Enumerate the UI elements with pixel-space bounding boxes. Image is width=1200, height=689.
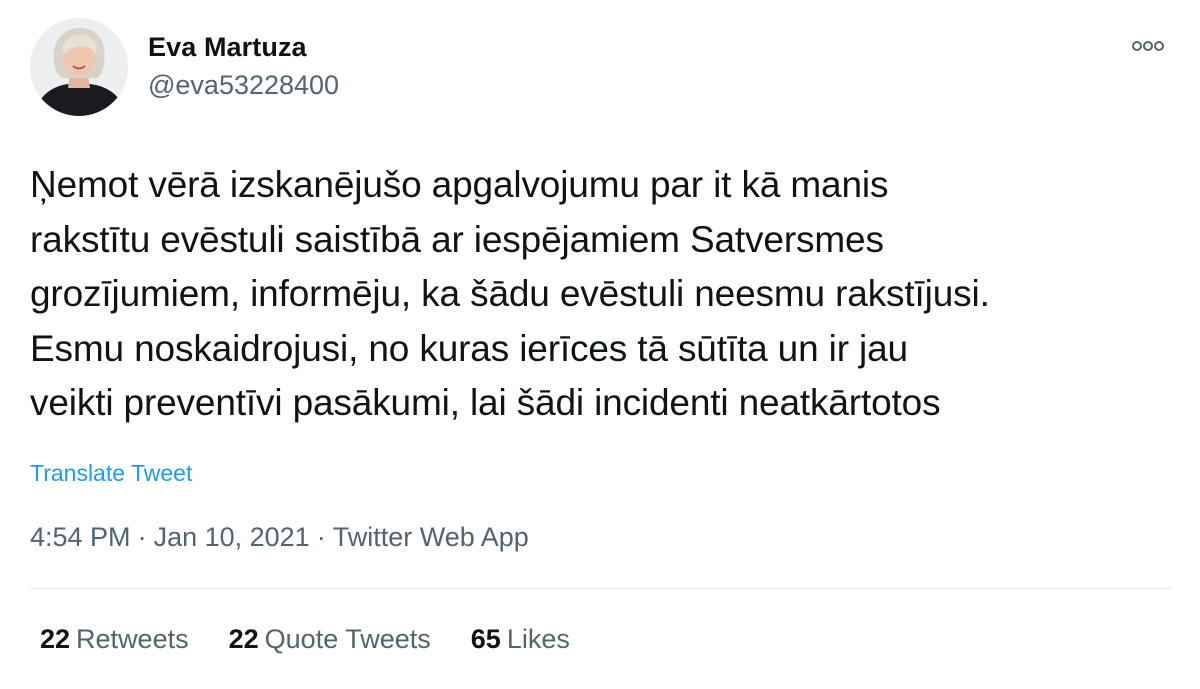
quote-tweets-stat[interactable]: 22 Quote Tweets bbox=[229, 624, 431, 655]
ellipsis-icon bbox=[1132, 41, 1164, 51]
tweet-source-link[interactable]: Twitter Web App bbox=[333, 522, 529, 552]
translate-tweet-link[interactable]: Translate Tweet bbox=[30, 460, 192, 487]
likes-stat[interactable]: 65 Likes bbox=[471, 624, 570, 655]
tweet-text-line: Esmu noskaidrojusi, no kuras ierīces tā … bbox=[30, 327, 908, 369]
likes-count: 65 bbox=[470, 624, 501, 654]
tweet-text-line: Ņemot vērā izskanējušo apgalvojumu par i… bbox=[30, 164, 889, 205]
tweet-time[interactable]: 4:54 PM bbox=[30, 522, 131, 552]
retweets-stat[interactable]: 22 Retweets bbox=[40, 624, 189, 655]
tweet-date[interactable]: Jan 10, 2021 bbox=[154, 522, 310, 552]
quote-tweets-label: Quote Tweets bbox=[264, 624, 431, 654]
engagement-stats: 22 Retweets 22 Quote Tweets 65 Likes bbox=[40, 624, 570, 655]
tweet-card: Eva Martuza @eva53228400 Ņemot vērā izsk… bbox=[0, 0, 1200, 689]
likes-label: Likes bbox=[506, 624, 570, 654]
tweet-metadata: 4:54 PM · Jan 10, 2021 · Twitter Web App bbox=[30, 522, 529, 553]
tweet-text-line: rakstītu evēstuli saistībā ar iespējamie… bbox=[30, 218, 884, 260]
meta-separator: · bbox=[137, 522, 147, 552]
tweet-text-line: veikti preventīvi pasākumi, lai šādi inc… bbox=[30, 382, 941, 423]
retweets-label: Retweets bbox=[76, 624, 189, 654]
retweets-count: 22 bbox=[40, 624, 71, 654]
quote-tweets-count: 22 bbox=[228, 624, 259, 654]
divider bbox=[30, 588, 1172, 589]
tweet-text-line: grozījumiem, informēju, ka šādu evēstuli… bbox=[30, 273, 990, 314]
author-display-name[interactable]: Eva Martuza bbox=[148, 32, 307, 63]
tweet-text: Ņemot vērā izskanējušo apgalvojumu par i… bbox=[30, 158, 1180, 431]
meta-separator: · bbox=[316, 522, 326, 552]
profile-photo-icon bbox=[30, 18, 128, 116]
author-handle[interactable]: @eva53228400 bbox=[148, 70, 339, 101]
avatar[interactable] bbox=[30, 18, 128, 116]
more-options-button[interactable] bbox=[1128, 36, 1168, 56]
